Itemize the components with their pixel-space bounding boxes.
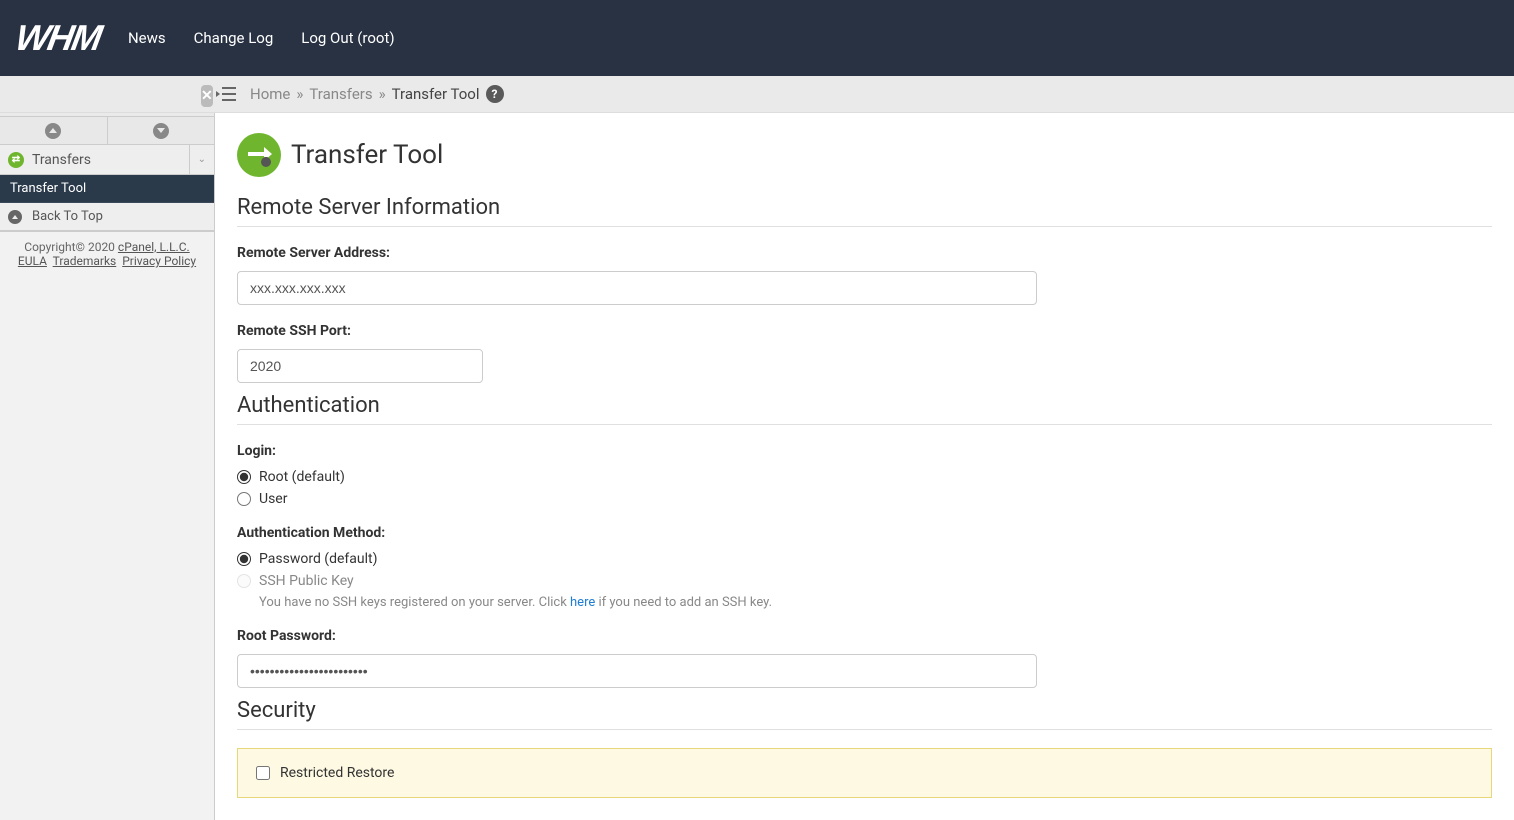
remote-address-label: Remote Server Address: xyxy=(237,245,1492,261)
radio-user-label: User xyxy=(259,491,287,507)
section-authentication: Authentication xyxy=(237,393,1492,425)
nav-logout[interactable]: Log Out (root) xyxy=(301,29,394,47)
radio-sshkey-label: SSH Public Key xyxy=(259,573,354,589)
help-icon[interactable]: ? xyxy=(486,85,504,103)
nav-news[interactable]: News xyxy=(128,29,166,47)
sidebar-back-to-top[interactable]: Back To Top xyxy=(0,203,214,231)
clear-search-icon[interactable]: ✕ xyxy=(201,85,213,107)
arrow-up-icon xyxy=(8,210,22,224)
whm-logo[interactable]: WHM xyxy=(12,17,103,59)
section-remote-info: Remote Server Information xyxy=(237,195,1492,227)
privacy-link[interactable]: Privacy Policy xyxy=(122,254,196,268)
sidebar-footer: Copyright© 2020 cPanel, L.L.C. EULA Trad… xyxy=(0,231,214,276)
field-auth-method: Authentication Method: Password (default… xyxy=(237,525,1492,610)
ssh-key-hint: You have no SSH keys registered on your … xyxy=(259,595,1492,610)
chevron-down-icon[interactable]: ⌄ xyxy=(189,145,206,174)
auth-method-label: Authentication Method: xyxy=(237,525,1492,541)
breadcrumb-current: Transfer Tool xyxy=(392,85,480,103)
transfer-tool-icon xyxy=(237,133,281,177)
radio-root-label: Root (default) xyxy=(259,469,345,485)
main-content: Transfer Tool Remote Server Information … xyxy=(215,113,1514,820)
sidebar-back-label: Back To Top xyxy=(32,209,103,224)
radio-sshkey-input xyxy=(237,574,251,588)
breadcrumb-sep: » xyxy=(379,85,386,103)
sidebar: ✕ ⇄ Transfers ⌄ Transfer Tool Back To To… xyxy=(0,76,215,820)
remote-address-input[interactable] xyxy=(237,271,1037,305)
radio-auth-sshkey: SSH Public Key xyxy=(237,573,1492,589)
ssh-port-label: Remote SSH Port: xyxy=(237,323,1492,339)
field-login: Login: Root (default) User xyxy=(237,443,1492,507)
radio-login-user[interactable]: User xyxy=(237,491,1492,507)
eula-link[interactable]: EULA xyxy=(18,254,47,268)
field-root-password: Root Password: xyxy=(237,628,1492,688)
restricted-restore-row[interactable]: Restricted Restore xyxy=(256,765,1473,781)
page-title: Transfer Tool xyxy=(291,140,443,170)
root-password-input[interactable] xyxy=(237,654,1037,688)
sidebar-arrow-row xyxy=(0,117,214,145)
transfers-icon: ⇄ xyxy=(8,152,24,168)
breadcrumb-transfers[interactable]: Transfers xyxy=(309,85,372,103)
topnav-links: News Change Log Log Out (root) xyxy=(128,29,395,47)
top-nav: WHM News Change Log Log Out (root) xyxy=(0,0,1514,76)
cpanel-link[interactable]: cPanel, L.L.C. xyxy=(118,240,190,254)
breadcrumb-home[interactable]: Home xyxy=(250,85,290,103)
restricted-restore-label: Restricted Restore xyxy=(280,765,394,781)
breadcrumb-bar: Home » Transfers » Transfer Tool ? xyxy=(0,76,1514,113)
login-label: Login: xyxy=(237,443,1492,459)
hint-here-link[interactable]: here xyxy=(570,595,595,610)
chevron-up-icon xyxy=(45,123,61,139)
sidebar-item-transfer-tool[interactable]: Transfer Tool xyxy=(0,175,214,203)
chevron-down-icon xyxy=(153,123,169,139)
collapse-up-button[interactable] xyxy=(0,117,108,144)
copyright-text: Copyright© 2020 xyxy=(24,240,118,254)
field-remote-address: Remote Server Address: xyxy=(237,245,1492,305)
field-ssh-port: Remote SSH Port: xyxy=(237,323,1492,383)
breadcrumb-sep: » xyxy=(296,85,303,103)
security-box: Restricted Restore xyxy=(237,748,1492,798)
sidebar-item-label: Transfer Tool xyxy=(10,181,86,196)
radio-login-root[interactable]: Root (default) xyxy=(237,469,1492,485)
restricted-restore-checkbox[interactable] xyxy=(256,766,270,780)
ssh-port-input[interactable] xyxy=(237,349,483,383)
radio-user-input[interactable] xyxy=(237,492,251,506)
radio-root-input[interactable] xyxy=(237,470,251,484)
radio-password-label: Password (default) xyxy=(259,551,377,567)
sidebar-section-label: Transfers xyxy=(32,152,91,168)
toggle-sidebar-icon[interactable] xyxy=(216,86,236,102)
hint-suffix: if you need to add an SSH key. xyxy=(595,595,772,610)
radio-password-input[interactable] xyxy=(237,552,251,566)
radio-auth-password[interactable]: Password (default) xyxy=(237,551,1492,567)
trademarks-link[interactable]: Trademarks xyxy=(53,254,117,268)
collapse-down-button[interactable] xyxy=(108,117,215,144)
page-title-row: Transfer Tool xyxy=(237,133,1492,177)
root-password-label: Root Password: xyxy=(237,628,1492,644)
sidebar-section-transfers[interactable]: ⇄ Transfers ⌄ xyxy=(0,145,214,175)
hint-prefix: You have no SSH keys registered on your … xyxy=(259,595,570,610)
nav-change-log[interactable]: Change Log xyxy=(194,29,274,47)
section-security: Security xyxy=(237,698,1492,730)
